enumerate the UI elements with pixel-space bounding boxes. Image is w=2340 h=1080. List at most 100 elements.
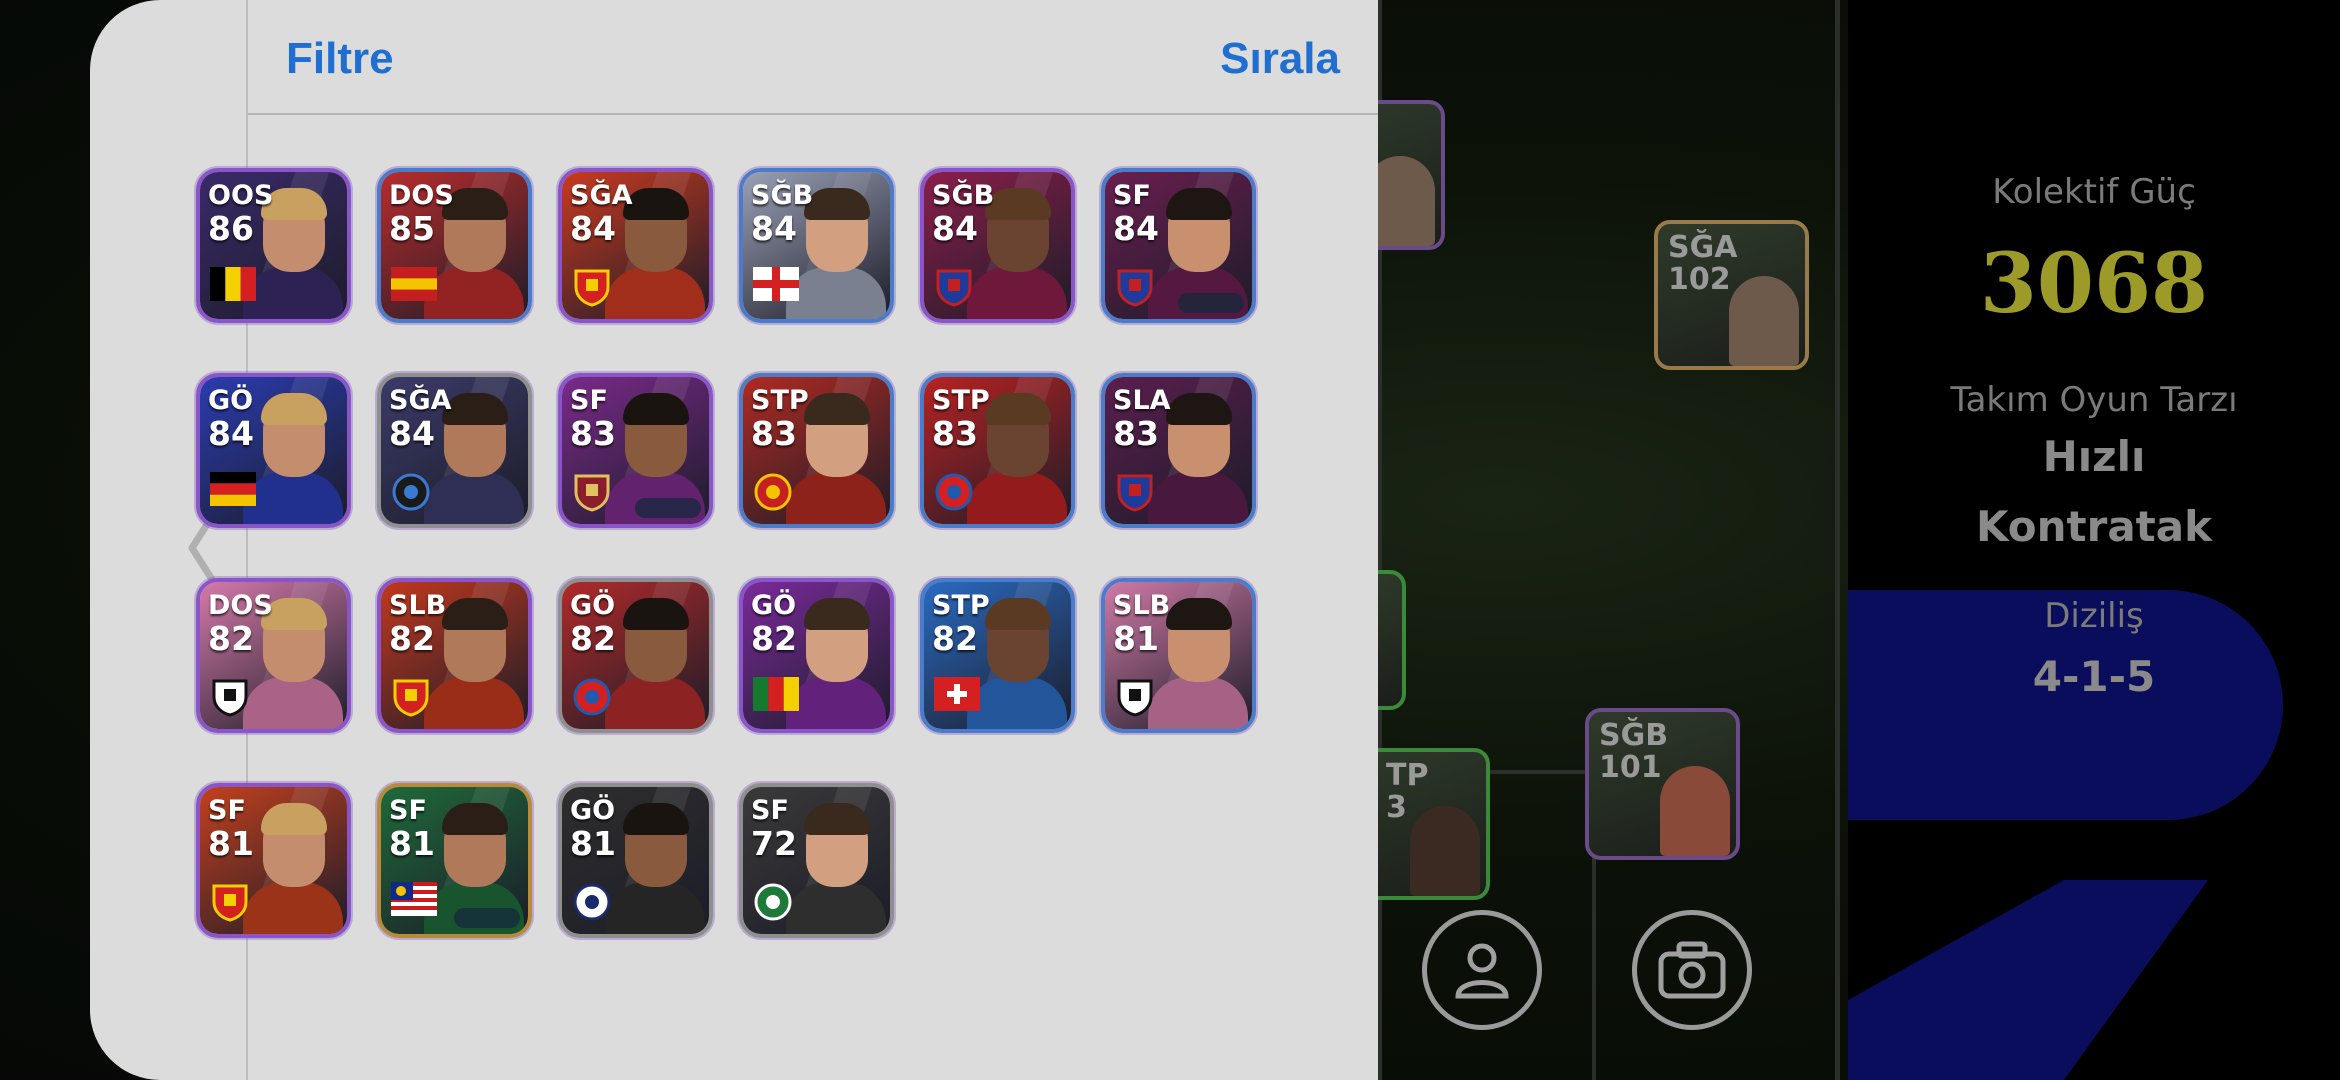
card-rating: 85: [389, 209, 435, 248]
card-position: SF: [1113, 180, 1151, 211]
player-card[interactable]: SĞB 84: [920, 168, 1075, 323]
card-rating: 82: [751, 619, 797, 658]
barcelona-crest-icon: [1115, 267, 1161, 307]
card-position: DOS: [389, 180, 454, 211]
skill-indicator-icon: [635, 498, 701, 518]
field-card-position: SĞA 102: [1668, 230, 1738, 297]
player-portrait: [1729, 276, 1799, 366]
card-position: SF: [208, 795, 246, 826]
man-united-crest-icon: [753, 472, 799, 511]
play-style-label: Takım Oyun Tarzı: [1950, 380, 2238, 420]
card-position: DOS: [208, 590, 273, 621]
player-hair: [985, 598, 1051, 630]
formation-label: Diziliş: [2044, 596, 2144, 636]
card-rating: 83: [751, 414, 797, 453]
player-kit: [243, 677, 343, 729]
player-card[interactable]: SF 83: [558, 373, 713, 528]
card-position: SF: [570, 385, 608, 416]
player-kit: [967, 472, 1067, 524]
card-position: GÖ: [208, 385, 254, 416]
player-card[interactable]: SĞA 84: [558, 168, 713, 323]
player-kit: [967, 267, 1067, 319]
switzerland-flag-icon: [934, 677, 980, 715]
player-card[interactable]: SLA 83: [1101, 373, 1256, 528]
card-rating: 84: [389, 414, 435, 453]
card-position: SF: [751, 795, 789, 826]
skill-indicator-icon: [454, 908, 520, 928]
player-hair: [261, 393, 327, 425]
card-rating: 83: [570, 414, 616, 453]
header-divider: [248, 113, 1378, 115]
card-position: GÖ: [751, 590, 797, 621]
player-hair: [442, 803, 508, 835]
player-card[interactable]: STP 82: [920, 578, 1075, 733]
card-rating: 84: [1113, 209, 1159, 248]
sao-paulo-crest-icon: [210, 677, 256, 717]
player-card[interactable]: SĞB 84: [739, 168, 894, 323]
card-position: SĞB: [751, 180, 814, 211]
arsenal-crest-icon: [391, 677, 437, 717]
player-card[interactable]: GÖ 84: [196, 373, 351, 528]
player-kit: [967, 677, 1067, 729]
player-card[interactable]: SF 81: [377, 783, 532, 938]
player-card[interactable]: SF 84: [1101, 168, 1256, 323]
card-rating: 72: [751, 824, 797, 863]
collective-power-value: 3068: [1979, 236, 2209, 332]
player-card[interactable]: SLB 81: [1101, 578, 1256, 733]
player-hair: [623, 598, 689, 630]
player-portrait: [1660, 766, 1730, 856]
player-card[interactable]: SĞA 84: [377, 373, 532, 528]
play-style-value-line1: Hızlı: [2042, 432, 2146, 481]
player-kit: [1148, 677, 1248, 729]
player-card[interactable]: STP 83: [920, 373, 1075, 528]
club-crest-icon: [753, 882, 799, 921]
bayern-crest-icon: [934, 472, 980, 511]
card-rating: 81: [389, 824, 435, 863]
card-position: SĞA: [389, 385, 452, 416]
player-kit: [243, 882, 343, 934]
germany-flag-icon: [210, 472, 256, 510]
player-hair: [261, 803, 327, 835]
field-player-card[interactable]: SĞB 101: [1585, 708, 1740, 860]
card-rating: 82: [389, 619, 435, 658]
player-hair: [442, 598, 508, 630]
cameroon-flag-icon: [753, 677, 799, 715]
skill-indicator-icon: [1178, 293, 1244, 313]
player-card[interactable]: GÖ 82: [558, 578, 713, 733]
profile-button[interactable]: [1422, 910, 1542, 1030]
player-card[interactable]: GÖ 82: [739, 578, 894, 733]
player-hair: [623, 393, 689, 425]
malaysia-flag-icon: [391, 882, 437, 920]
card-position: SĞA: [570, 180, 633, 211]
camera-button[interactable]: [1632, 910, 1752, 1030]
card-position: STP: [932, 590, 990, 621]
formation-value: 4-1-5: [2032, 652, 2156, 701]
player-card[interactable]: SF 81: [196, 783, 351, 938]
card-position: SLB: [1113, 590, 1171, 621]
card-position: SLA: [1113, 385, 1171, 416]
card-rating: 81: [570, 824, 616, 863]
card-rating: 84: [208, 414, 254, 453]
card-rating: 83: [1113, 414, 1159, 453]
player-card[interactable]: DOS 85: [377, 168, 532, 323]
england-flag-icon: [753, 267, 799, 305]
player-card[interactable]: STP 83: [739, 373, 894, 528]
player-hair: [804, 803, 870, 835]
sort-button[interactable]: Sırala: [1220, 34, 1340, 84]
player-card[interactable]: DOS 82: [196, 578, 351, 733]
player-card[interactable]: SF 72: [739, 783, 894, 938]
player-kit: [243, 472, 343, 524]
card-position: STP: [751, 385, 809, 416]
field-card-position: SĞB 101: [1599, 718, 1669, 785]
player-kit: [605, 267, 705, 319]
player-card[interactable]: SLB 82: [377, 578, 532, 733]
player-kit: [243, 267, 343, 319]
barcelona-crest-icon: [1115, 472, 1161, 512]
field-player-card[interactable]: SĞA 102: [1654, 220, 1809, 370]
player-card[interactable]: OOS 86: [196, 168, 351, 323]
card-position: SF: [389, 795, 427, 826]
player-card[interactable]: GÖ 81: [558, 783, 713, 938]
filter-button[interactable]: Filtre: [286, 34, 394, 84]
player-hair: [985, 188, 1051, 220]
player-hair: [804, 393, 870, 425]
